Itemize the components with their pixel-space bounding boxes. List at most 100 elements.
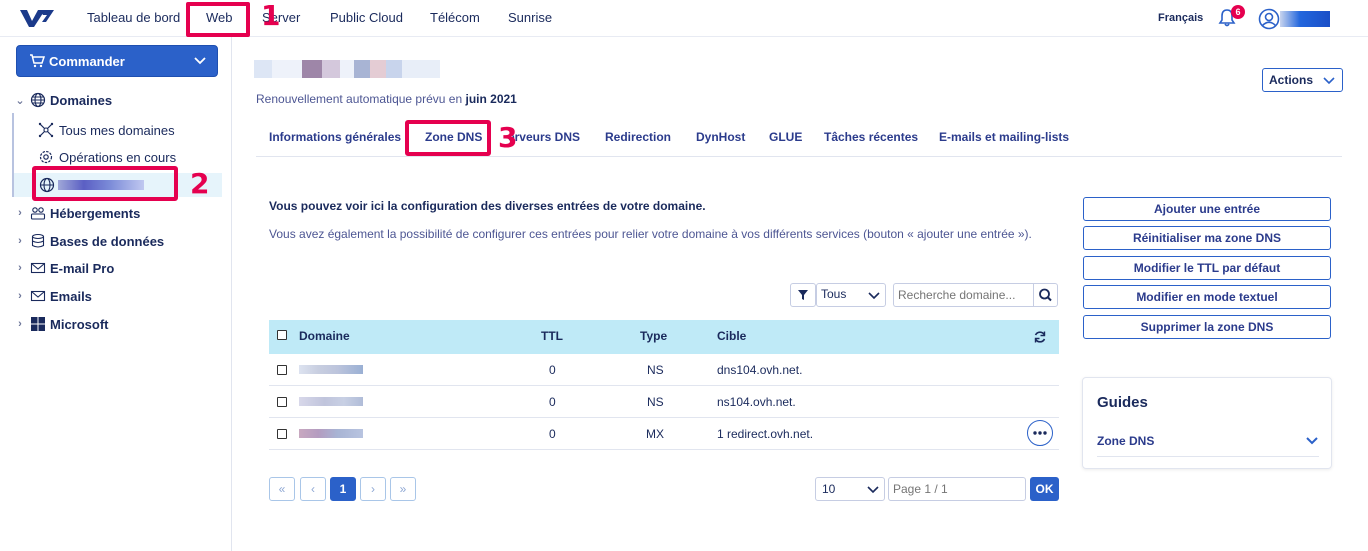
row-target: 1 redirect.ovh.net. (717, 427, 814, 441)
refresh-icon[interactable] (1033, 330, 1047, 344)
annotation-number-1: 1 (261, 0, 281, 32)
filter-icon (798, 290, 808, 300)
next-page-button[interactable]: › (360, 477, 386, 501)
intro-title: Vous pouvez voir ici la configuration de… (269, 199, 706, 213)
row-checkbox[interactable] (277, 365, 287, 375)
domain-redacted (299, 397, 363, 406)
user-icon[interactable] (1258, 8, 1280, 30)
nav-public-cloud[interactable]: Public Cloud (330, 10, 403, 25)
sidebar: Commander ⌄ Domaines Tous mes domaines O… (0, 37, 232, 551)
search-button[interactable] (1033, 283, 1058, 307)
row-ttl: 0 (549, 427, 556, 441)
row-ttl: 0 (549, 395, 556, 409)
row-type: NS (647, 395, 664, 409)
row-ttl: 0 (549, 363, 556, 377)
sidebar-item-label: Hébergements (50, 205, 141, 221)
tab-dns-servers[interactable]: Serveurs DNS (508, 130, 580, 144)
chevron-right-icon: › (18, 290, 22, 302)
sidebar-item-hebergements[interactable]: › Hébergements (14, 203, 140, 223)
column-domain[interactable]: Domaine (299, 329, 350, 343)
guides-title: Guides (1097, 394, 1148, 411)
page-size-value: 10 (822, 482, 836, 496)
renewal-date: juin 2021 (465, 92, 517, 106)
language-selector[interactable]: Français (1158, 12, 1203, 24)
row-target: ns104.ovh.net. (717, 395, 796, 409)
add-entry-button[interactable]: Ajouter une entrée (1083, 197, 1331, 221)
sidebar-item-label: Microsoft (50, 316, 109, 332)
table-header: Domaine TTL Type Cible (269, 320, 1059, 354)
users-icon (30, 207, 46, 220)
search-input[interactable] (893, 283, 1033, 307)
first-page-button[interactable]: « (269, 477, 295, 501)
nav-dashboard[interactable]: Tableau de bord (87, 10, 180, 25)
ovh-logo[interactable] (18, 7, 56, 29)
network-icon (38, 122, 54, 138)
nav-telecom[interactable]: Télécom (430, 10, 480, 25)
page-size-select[interactable]: 10 (815, 477, 885, 501)
mail-icon (30, 290, 46, 302)
row-checkbox[interactable] (277, 397, 287, 407)
filter-button[interactable] (790, 283, 816, 307)
sidebar-item-all-domains[interactable]: Tous mes domaines (38, 120, 175, 140)
actions-label: Actions (1269, 73, 1314, 87)
chevron-right-icon: › (18, 262, 22, 274)
record-type-select[interactable]: Tous (816, 283, 886, 307)
domain-redacted (299, 429, 363, 438)
sidebar-item-databases[interactable]: › Bases de données (14, 231, 164, 251)
reset-dns-zone-button[interactable]: Réinitialiser ma zone DNS (1083, 226, 1331, 250)
domain-redacted (299, 365, 363, 374)
windows-icon (31, 317, 45, 331)
table-row: 0 MX 1 redirect.ovh.net. (269, 418, 1059, 450)
sidebar-item-label: E-mail Pro (50, 260, 115, 276)
table-row: 0 NS dns104.ovh.net. (269, 354, 1059, 386)
tab-recent-tasks[interactable]: Tâches récentes (824, 130, 918, 144)
sidebar-item-microsoft[interactable]: › Microsoft (14, 314, 109, 334)
row-target: dns104.ovh.net. (717, 363, 803, 377)
nav-sunrise[interactable]: Sunrise (508, 10, 552, 25)
search-icon (1039, 288, 1052, 302)
tab-mailing-lists[interactable]: E-mails et mailing-lists (939, 130, 1069, 144)
column-type[interactable]: Type (640, 329, 667, 343)
column-ttl[interactable]: TTL (541, 329, 563, 343)
last-page-button[interactable]: » (390, 477, 416, 501)
row-type: NS (647, 363, 664, 377)
guides-panel: Guides Zone DNS (1082, 377, 1332, 469)
sidebar-item-emails[interactable]: › Emails (14, 286, 92, 306)
sidebar-item-operations[interactable]: Opérations en cours (38, 147, 176, 167)
highlight-box-web (186, 2, 250, 37)
ok-button[interactable]: OK (1030, 477, 1059, 501)
guides-item-dns-zone[interactable]: Zone DNS (1097, 434, 1154, 448)
gear-icon (39, 150, 53, 164)
chevron-down-icon[interactable] (1305, 434, 1319, 448)
sidebar-item-domaines[interactable]: ⌄ Domaines (14, 90, 112, 110)
row-checkbox[interactable] (277, 429, 287, 439)
more-icon (1033, 431, 1047, 435)
chevron-right-icon: › (18, 207, 22, 219)
highlight-box-dns-zone (405, 120, 491, 156)
mail-icon (30, 262, 46, 274)
delete-dns-zone-button[interactable]: Supprimer la zone DNS (1083, 315, 1331, 339)
sidebar-item-label: Tous mes domaines (59, 122, 175, 138)
highlight-box-domain (32, 166, 178, 201)
chevron-right-icon: › (18, 235, 22, 247)
tab-general-info[interactable]: Informations générales (269, 130, 401, 144)
user-name-redacted (1280, 11, 1330, 27)
row-actions-button[interactable] (1027, 420, 1053, 446)
prev-page-button[interactable]: ‹ (300, 477, 326, 501)
edit-default-ttl-button[interactable]: Modifier le TTL par défaut (1083, 256, 1331, 280)
order-button[interactable]: Commander (16, 45, 218, 77)
column-target[interactable]: Cible (717, 329, 746, 343)
chevron-down-icon (867, 486, 879, 494)
edit-text-mode-button[interactable]: Modifier en mode textuel (1083, 285, 1331, 309)
sidebar-item-email-pro[interactable]: › E-mail Pro (14, 258, 114, 278)
database-icon (31, 233, 45, 248)
chevron-down-icon (868, 292, 880, 300)
current-page-button[interactable]: 1 (330, 477, 356, 501)
select-all-checkbox[interactable] (277, 330, 287, 340)
tab-glue[interactable]: GLUE (769, 130, 802, 144)
tab-redirection[interactable]: Redirection (605, 130, 671, 144)
tab-dynhost[interactable]: DynHost (696, 130, 745, 144)
page-input[interactable] (888, 477, 1026, 501)
chevron-right-icon: › (18, 318, 22, 330)
actions-button[interactable]: Actions (1262, 68, 1343, 92)
